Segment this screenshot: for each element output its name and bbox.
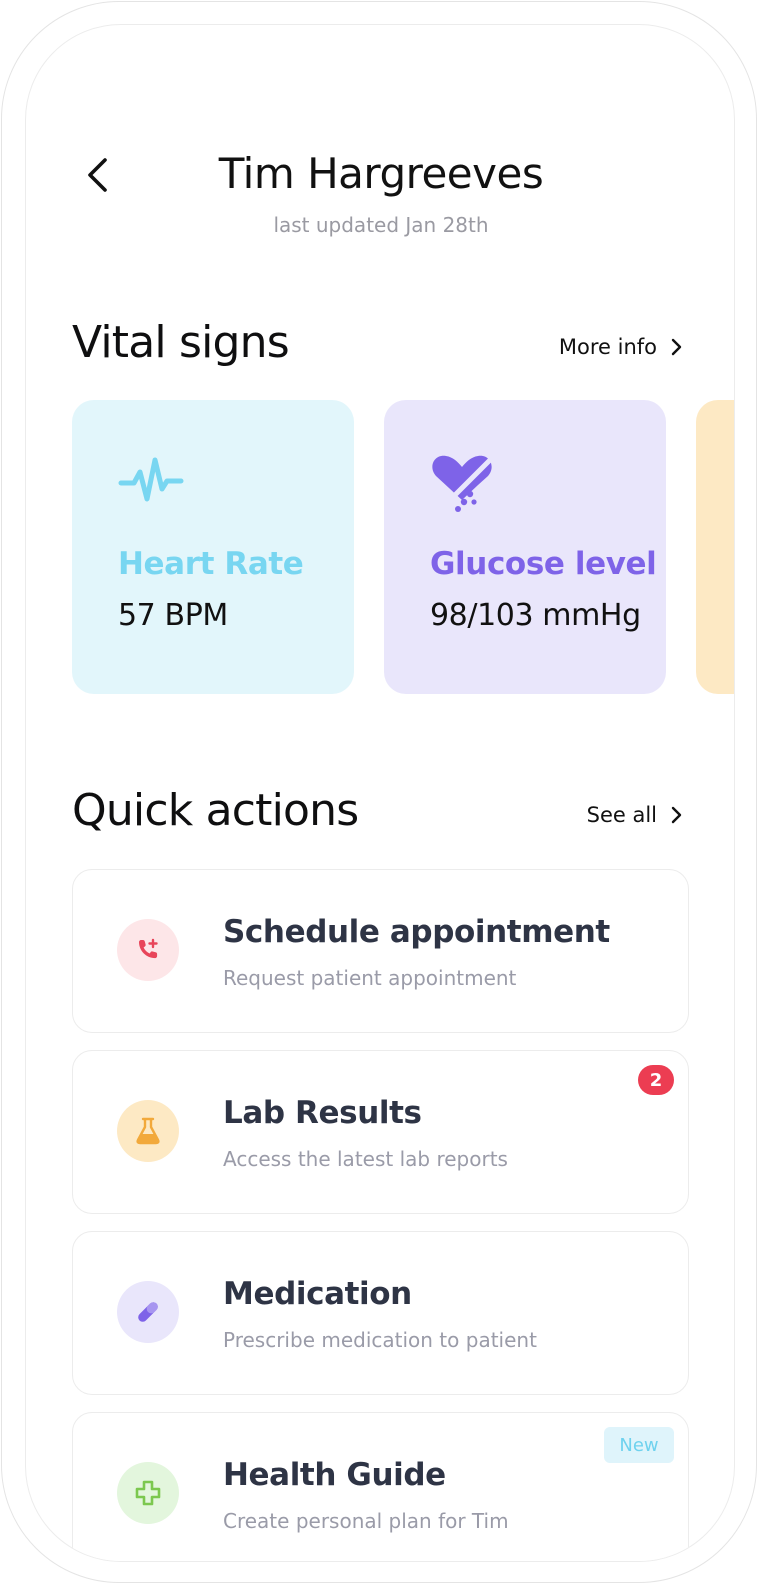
plus-cross-icon	[135, 1480, 161, 1506]
device-screen: Tim Hargreeves last updated Jan 28th Vit…	[25, 24, 735, 1562]
vital-card-heart-rate[interactable]: Heart Rate 57 BPM	[72, 400, 354, 694]
vital-value: 57 BPM	[118, 598, 228, 633]
action-subtitle: Create personal plan for Tim	[223, 1509, 509, 1533]
see-all-label: See all	[586, 803, 657, 827]
patient-detail-screen: Tim Hargreeves last updated Jan 28th Vit…	[26, 25, 734, 1561]
action-subtitle: Prescribe medication to patient	[223, 1328, 537, 1352]
action-title: Schedule appointment	[223, 914, 610, 950]
vital-label: Glucose level	[430, 546, 657, 582]
action-icon-circle	[117, 1100, 179, 1162]
heart-drop-icon	[432, 455, 495, 512]
action-icon-circle	[117, 1462, 179, 1524]
flask-icon	[136, 1117, 160, 1145]
vital-card-glucose[interactable]: Glucose level 98/103 mmHg	[384, 400, 666, 694]
chevron-right-icon	[671, 338, 682, 356]
quick-actions-title: Quick actions	[72, 785, 359, 836]
pill-icon	[138, 1302, 158, 1322]
phone-plus-icon	[139, 938, 158, 959]
notification-badge: 2	[638, 1065, 674, 1095]
action-title: Medication	[223, 1276, 412, 1312]
heartbeat-icon	[118, 457, 184, 502]
vital-card-partial[interactable]	[696, 400, 734, 694]
new-tag: New	[604, 1427, 674, 1463]
action-title: Lab Results	[223, 1095, 422, 1131]
see-all-link[interactable]: See all	[587, 803, 682, 827]
action-icon-circle	[117, 1281, 179, 1343]
last-updated-text: last updated Jan 28th	[273, 213, 489, 237]
action-medication[interactable]: Medication Prescribe medication to patie…	[72, 1231, 689, 1395]
action-subtitle: Access the latest lab reports	[223, 1147, 508, 1171]
action-health-guide[interactable]: Health Guide Create personal plan for Ti…	[72, 1412, 689, 1561]
page-title: Tim Hargreeves	[218, 149, 544, 198]
action-icon-circle	[117, 919, 179, 981]
vital-label: Heart Rate	[118, 546, 304, 582]
more-info-label: More info	[558, 335, 657, 359]
action-subtitle: Request patient appointment	[223, 966, 517, 990]
chevron-right-icon	[671, 806, 682, 824]
more-info-link[interactable]: More info	[559, 335, 682, 359]
vital-value: 98/103 mmHg	[430, 598, 641, 633]
action-title: Health Guide	[223, 1457, 446, 1493]
action-schedule-appointment[interactable]: Schedule appointment Request patient app…	[72, 869, 689, 1033]
vital-signs-title: Vital signs	[72, 317, 290, 368]
action-lab-results[interactable]: Lab Results Access the latest lab report…	[72, 1050, 689, 1214]
device-frame: Tim Hargreeves last updated Jan 28th Vit…	[1, 1, 757, 1583]
